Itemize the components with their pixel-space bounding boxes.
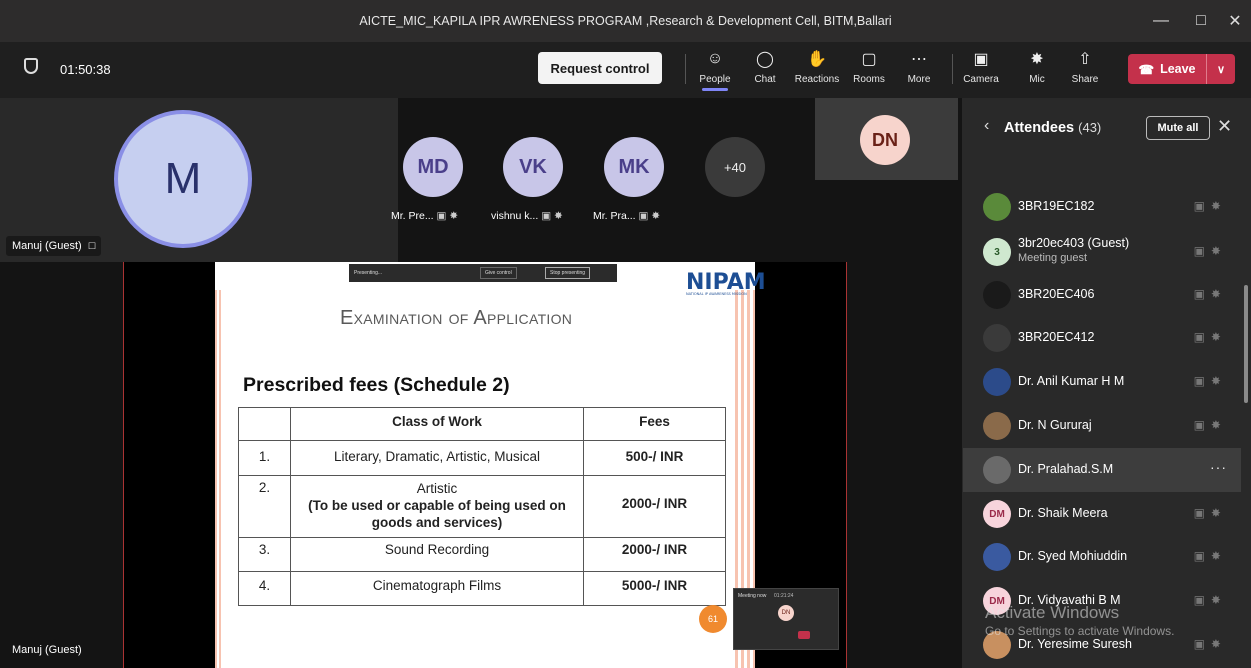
avatar (983, 543, 1011, 571)
cam-mic-off-icon: ▣✸ (1193, 418, 1227, 432)
give-control-button[interactable]: Give control (480, 267, 517, 279)
dn-avatar: DN (860, 115, 910, 165)
reactions-button[interactable]: ✋ Reactions (794, 48, 840, 85)
attendees-count: (43) (1078, 120, 1102, 135)
people-icon: ☺ (706, 50, 724, 67)
stop-presenting-button[interactable]: Stop presenting (545, 267, 591, 279)
mini-hangup-icon[interactable] (798, 631, 810, 639)
cam-mic-off-icon: ▣✸ (1193, 506, 1227, 520)
minimize-icon[interactable]: — (1141, 0, 1181, 42)
avatar (983, 412, 1011, 440)
slide-subtitle: Prescribed fees (Schedule 2) (243, 374, 510, 396)
cam-mic-off-icon: ▣✸ (1193, 374, 1227, 388)
toolbar-divider (952, 54, 953, 84)
attendee-row[interactable]: Dr. Syed Mohiuddin ▣✸ (963, 535, 1241, 579)
slide-number-badge: 61 (699, 605, 727, 633)
reactions-icon: ✋ (807, 51, 827, 68)
share-icon: ⇧ (1078, 51, 1092, 68)
avatar (983, 324, 1011, 352)
more-options-icon[interactable]: ··· (1210, 459, 1227, 475)
attendee-row[interactable]: Dr. Anil Kumar H M ▣✸ (963, 360, 1241, 404)
avatar: DM (983, 500, 1011, 528)
window-titlebar: AICTE_MIC_KAPILA IPR AWRENESS PROGRAM ,R… (0, 0, 1251, 42)
rooms-button[interactable]: ▢ Rooms (846, 48, 892, 85)
people-button[interactable]: ☺ People (692, 48, 738, 85)
avatar (983, 368, 1011, 396)
table-row: 4. Cinematograph Films 5000-/ INR (238, 571, 726, 606)
mic-off-icon: ▣ ✸ (436, 210, 459, 222)
participant-name: Mr. Pra... ▣ ✸ (593, 210, 661, 222)
attendee-row[interactable]: 3 3br20ec403 (Guest) Meeting guest ▣✸ (963, 230, 1241, 274)
mic-off-icon: ✸ (1030, 51, 1044, 68)
participant-avatar[interactable]: MK (604, 137, 664, 197)
table-header-row: Class of Work Fees (238, 407, 726, 441)
mic-off-icon: ▣ ✸ (541, 210, 563, 222)
cam-mic-off-icon: ▣✸ (1193, 244, 1227, 258)
meeting-timer: 01:50:38 (60, 62, 111, 77)
participant-avatar[interactable]: VK (503, 137, 563, 197)
table-row: 2. Artistic (To be used or capable of be… (238, 475, 726, 538)
chat-icon: ◯ (756, 51, 774, 68)
attendee-row[interactable]: 3BR20EC406 ▣✸ (963, 273, 1241, 317)
cam-mic-off-icon: ▣✸ (1193, 593, 1227, 607)
cam-mic-off-icon: ▣✸ (1193, 549, 1227, 563)
pin-icon: □ (88, 240, 96, 252)
participant-name: vishnu k... ▣ ✸ (491, 210, 563, 222)
attendee-row[interactable]: Dr. N Gururaj ▣✸ (963, 404, 1241, 448)
overflow-participants-button[interactable]: +40 (705, 137, 765, 197)
nipam-logo-sub: NATIONAL IP AWARENESS MISSION (686, 292, 747, 296)
attendee-row[interactable]: 3BR20EC412 ▣✸ (963, 316, 1241, 360)
back-chevron-icon[interactable]: ‹ (984, 117, 989, 135)
toolbar-divider (685, 54, 686, 84)
participant-avatar[interactable]: MD (403, 137, 463, 197)
window-title: AICTE_MIC_KAPILA IPR AWRENESS PROGRAM ,R… (359, 14, 892, 28)
mute-all-button[interactable]: Mute all (1146, 116, 1210, 140)
presenting-bar: Presenting... Give control Stop presenti… (349, 264, 617, 282)
cam-mic-off-icon: ▣✸ (1193, 330, 1227, 344)
attendee-row-selected[interactable]: Dr. Pralahad.S.M ··· (963, 448, 1241, 492)
fees-table: Class of Work Fees 1. Literary, Dramatic… (238, 407, 726, 606)
attendee-row[interactable]: DM Dr. Shaik Meera ▣✸ (963, 492, 1241, 536)
avatar (983, 193, 1011, 221)
close-window-icon[interactable]: ✕ (1215, 0, 1251, 42)
camera-button[interactable]: ▣ Camera (958, 48, 1004, 85)
avatar (983, 281, 1011, 309)
participant-name: Mr. Pre... ▣ ✸ (391, 210, 459, 222)
table-row: 1. Literary, Dramatic, Artistic, Musical… (238, 440, 726, 476)
cam-mic-off-icon: ▣✸ (1193, 287, 1227, 301)
mini-meeting-window[interactable]: Meeting now 01:21:24 DN (733, 588, 839, 650)
more-button[interactable]: ⋯ More (896, 48, 942, 85)
self-avatar: M (114, 110, 252, 248)
mic-button[interactable]: ✸ Mic (1014, 48, 1060, 85)
shield-icon[interactable] (24, 58, 38, 74)
camera-off-icon: ▣ (973, 51, 989, 68)
rooms-icon: ▢ (861, 51, 877, 68)
leave-main[interactable]: ☎ Leave (1128, 62, 1206, 77)
cam-mic-off-icon: ▣✸ (1193, 199, 1227, 213)
leave-button[interactable]: ☎ Leave ∨ (1128, 54, 1235, 84)
mic-off-icon: ▣ ✸ (638, 210, 661, 222)
activate-windows-watermark: Activate Windows (985, 603, 1120, 622)
cam-mic-off-icon: ▣✸ (1193, 637, 1227, 651)
avatar: 3 (983, 238, 1011, 266)
request-control-button[interactable]: Request control (538, 52, 662, 84)
close-icon[interactable]: ✕ (1217, 116, 1232, 137)
slide-title: Examination of Application (340, 307, 573, 329)
chevron-down-icon[interactable]: ∨ (1206, 54, 1235, 84)
attendees-title: Attendees (43) (1004, 120, 1102, 136)
table-row: 3. Sound Recording 2000-/ INR (238, 537, 726, 572)
panel-scrollbar[interactable] (1244, 285, 1248, 403)
share-button[interactable]: ⇧ Share (1062, 48, 1108, 85)
self-name-label: Manuj (Guest) □ (6, 236, 102, 256)
avatar (983, 456, 1011, 484)
mini-avatar: DN (778, 605, 794, 621)
more-icon: ⋯ (911, 51, 927, 68)
bottom-name-label: Manuj (Guest) (6, 640, 88, 660)
chat-button[interactable]: ◯ Chat (742, 48, 788, 85)
attendee-row[interactable]: 3BR19EC182 ▣✸ (963, 185, 1241, 229)
people-active-indicator (702, 88, 728, 91)
phone-hangup-icon: ☎ (1138, 62, 1155, 77)
activate-windows-hint: Go to Settings to activate Windows. (985, 624, 1175, 638)
slide-decor-left (215, 290, 221, 668)
